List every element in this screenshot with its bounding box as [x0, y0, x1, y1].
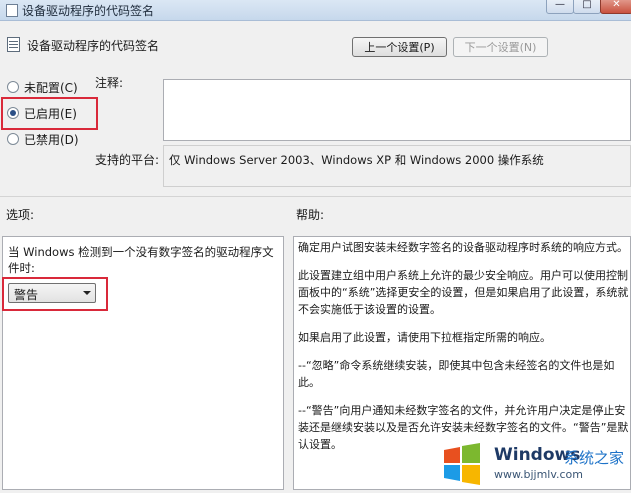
setting-icon — [7, 37, 20, 52]
comment-label: 注释: — [95, 76, 124, 90]
help-paragraph: 此设置建立组中用户系统上允许的最少安全响应。用户可以使用控制面板中的“系统”选择… — [298, 269, 629, 316]
platform-label: 支持的平台: — [95, 153, 160, 167]
prev-setting-button[interactable]: 上一个设置(P) — [352, 37, 447, 57]
maximize-button[interactable]: □ — [573, 0, 601, 14]
help-text: 确定用户试图安装未经数字签名的设备驱动程序时系统的响应方式。 此设置建立组中用户… — [298, 239, 629, 464]
help-paragraph: 确定用户试图安装未经数字签名的设备驱动程序时系统的响应方式。 — [298, 241, 628, 254]
window-title: 设备驱动程序的代码签名 — [22, 4, 155, 18]
radio-disabled[interactable]: 已禁用(D) — [7, 131, 79, 148]
watermark-url: www.bjjmlv.com — [494, 468, 583, 481]
radio-circle[interactable] — [7, 81, 19, 93]
section-divider — [0, 196, 631, 197]
options-label: 选项: — [6, 208, 35, 222]
help-paragraph: --“忽略”命令系统继续安装，即使其中包含未经签名的文件也是如此。 — [298, 359, 615, 389]
windows-logo-icon — [444, 443, 480, 485]
next-setting-button[interactable]: 下一个设置(N) — [453, 37, 548, 57]
help-label: 帮助: — [296, 208, 325, 222]
watermark-suffix: 系统之家 — [564, 449, 625, 467]
platform-box: 仅 Windows Server 2003、Windows XP 和 Windo… — [163, 145, 631, 187]
highlight-box-enabled — [1, 97, 98, 130]
comment-textarea[interactable] — [163, 79, 631, 141]
title-bar: 设备驱动程序的代码签名 — □ ✕ — [0, 0, 631, 21]
help-paragraph: 如果启用了此设置，请使用下拉框指定所需的响应。 — [298, 331, 551, 344]
radio-not-configured[interactable]: 未配置(C) — [7, 79, 78, 96]
close-button[interactable]: ✕ — [600, 0, 631, 14]
platform-text: 仅 Windows Server 2003、Windows XP 和 Windo… — [169, 153, 544, 167]
policy-icon — [6, 4, 18, 17]
setting-title: 设备驱动程序的代码签名 — [27, 39, 160, 53]
highlight-box-dropdown — [2, 277, 108, 311]
minimize-button[interactable]: — — [546, 0, 574, 14]
radio-circle[interactable] — [7, 133, 19, 145]
options-description: 当 Windows 检测到一个没有数字签名的驱动程序文件时: — [8, 245, 274, 275]
